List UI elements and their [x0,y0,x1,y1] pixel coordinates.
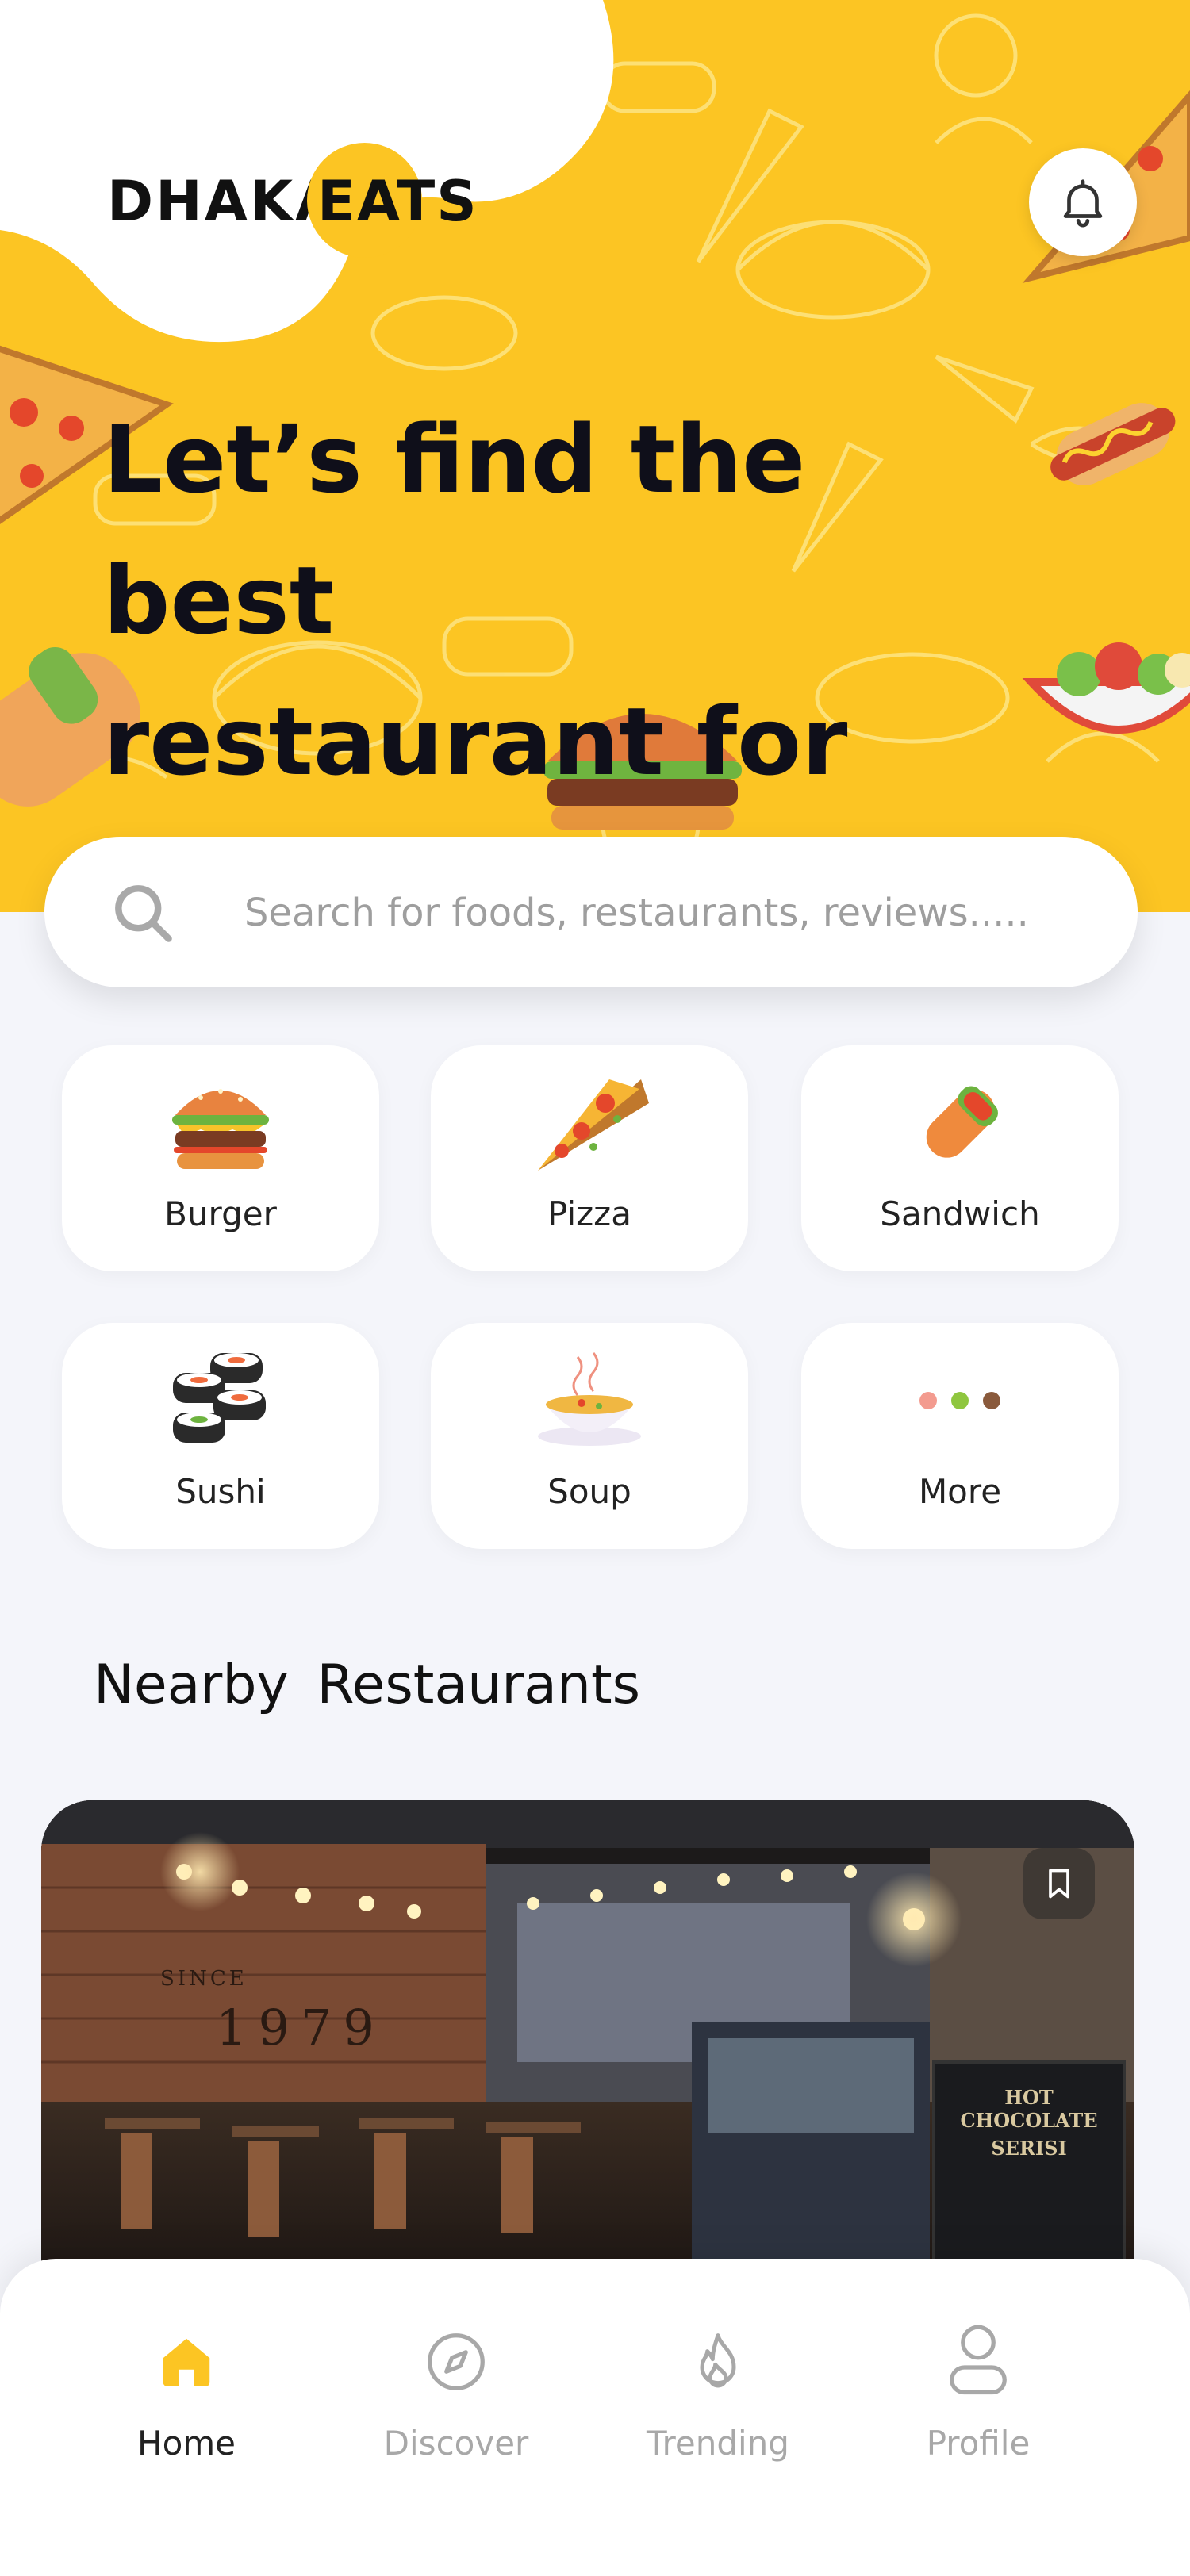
notification-button[interactable] [1029,148,1137,256]
soup-icon [431,1345,748,1456]
section-title-nearby: Nearby Restaurants [94,1654,641,1716]
menu-board-line2: SERISI [991,2137,1067,2160]
nav-item-discover[interactable]: Discover [369,2322,543,2481]
category-sandwich[interactable]: Sandwich [801,1045,1119,1271]
category-label: Sandwich [880,1194,1040,1233]
app-logo: DHAKA EATS [107,143,477,258]
category-label: Soup [547,1472,631,1511]
category-label: Pizza [547,1194,631,1233]
restaurant-card[interactable]: SINCE 1979 HOT CHOCOLATE SERISI [41,1800,1134,2276]
logo-text-eats: EATS [317,169,478,234]
category-sushi[interactable]: Sushi [62,1323,379,1549]
category-label: Burger [164,1194,277,1233]
flame-icon [678,2322,758,2402]
hero-headline: Let’s find the best restaurant for you [103,389,1039,912]
category-pizza[interactable]: Pizza [431,1045,748,1271]
bookmark-button[interactable] [1023,1848,1095,1919]
sandwich-icon [801,1068,1119,1179]
pizza-icon [431,1068,748,1179]
compass-icon [416,2322,496,2402]
category-more[interactable]: More [801,1323,1119,1549]
nav-label-profile: Profile [926,2424,1031,2463]
category-soup[interactable]: Soup [431,1323,748,1549]
logo-text-dhaka: DHAKA [107,169,341,234]
bookmark-icon [1049,1869,1069,1899]
nav-item-home[interactable]: Home [99,2322,274,2481]
search-icon [115,885,172,942]
wall-sign-since: SINCE [160,1967,248,1991]
bottom-navigation: Home Discover Trending Profile [0,2259,1190,2576]
hero-headline-line1: Let’s find the best [103,404,806,655]
search-input[interactable] [243,872,1103,953]
nav-label-trending: Trending [647,2424,789,2463]
category-burger[interactable]: Burger [62,1045,379,1271]
category-label: Sushi [175,1472,266,1511]
nav-label-home: Home [136,2424,236,2463]
menu-board: HOT CHOCOLATE SERISI [942,2086,1116,2160]
nav-item-trending[interactable]: Trending [631,2322,805,2481]
more-dots-icon [801,1345,1119,1456]
wall-sign: SINCE 1979 [160,1967,386,2057]
home-icon [147,2322,226,2402]
search-bar[interactable] [44,837,1138,987]
bell-icon [1063,179,1103,228]
sushi-icon [62,1345,379,1456]
burger-icon [62,1068,379,1179]
category-label: More [918,1472,1002,1511]
wall-sign-year: 1979 [216,1999,386,2057]
nav-item-profile[interactable]: Profile [891,2322,1065,2481]
hero-banner: DHAKA EATS Let’s find the best restauran… [0,0,1190,912]
user-icon [939,2322,1018,2402]
menu-board-line1: HOT CHOCOLATE [960,2086,1098,2132]
nav-label-discover: Discover [383,2424,529,2463]
